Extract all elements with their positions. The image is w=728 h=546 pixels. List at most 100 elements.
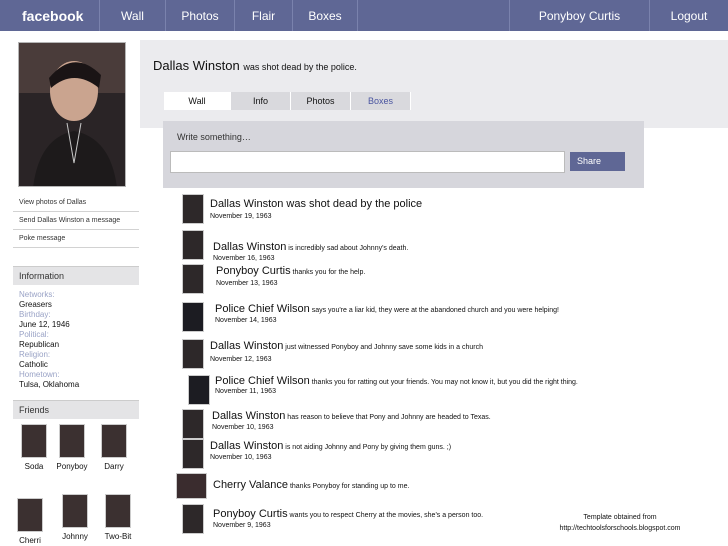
top-nav-bar: facebook Wall Photos Flair Boxes Ponyboy… [0,0,728,31]
post-message: has reason to believe that Pony and John… [285,414,491,421]
post-text: Dallas Winston has reason to believe tha… [212,410,491,422]
poster-avatar[interactable] [188,375,210,405]
poster-name[interactable]: Dallas Winston [213,241,286,253]
info-value-political: Republican [19,340,60,349]
friend-name: Cherri [19,536,41,545]
friend-photo [21,424,47,458]
post-date: November 13, 1963 [216,280,278,287]
poster-name[interactable]: Dallas Winston [212,410,285,422]
friend-johnny[interactable]: Johnny [55,494,95,541]
info-key-hometown: Hometown: [19,370,60,379]
profile-status-headline: Dallas Winston was shot dead by the poli… [153,58,357,73]
poster-name[interactable]: Cherry Valance [213,479,288,491]
poster-avatar[interactable] [182,230,204,260]
post-text: Dallas Winston is not aiding Johnny and … [210,440,451,452]
nav-flair[interactable]: Flair [235,0,293,31]
composer-input[interactable] [170,151,565,173]
post-message: thanks you for ratting out your friends.… [309,379,578,386]
post-date: November 16, 1963 [213,255,275,262]
friend-cherri[interactable]: Cherri [10,498,50,545]
friend-photo [17,498,43,532]
view-photos-link[interactable]: View photos of Dallas [13,194,139,212]
post-text: Dallas Winston just witnessed Ponyboy an… [210,340,483,352]
post-text: Cherry Valance thanks Ponyboy for standi… [213,479,409,491]
poster-name[interactable]: Dallas Winston [210,198,283,210]
send-message-link[interactable]: Send Dallas Winston a message [13,212,139,230]
tab-boxes[interactable]: Boxes [351,92,411,110]
info-key-birthday: Birthday: [19,310,51,319]
info-key-political: Political: [19,330,49,339]
friend-name: Darry [104,462,124,471]
tab-wall[interactable]: Wall [164,92,231,110]
profile-header-band [140,40,728,128]
post-text: Dallas Winston was shot dead by the poli… [210,198,422,210]
profile-photo-image [19,43,125,186]
composer-prompt: Write something… [177,132,251,142]
facebook-logo[interactable]: facebook [0,0,100,31]
friend-two-bit[interactable]: Two-Bit [98,494,138,541]
credit-line: Template obtained from [583,514,657,521]
post-message: thanks Ponyboy for standing up to me. [288,483,410,490]
poster-name[interactable]: Ponyboy Curtis [216,265,291,277]
share-button[interactable]: Share [570,152,625,171]
friend-name: Johnny [62,532,88,541]
post-text: Ponyboy Curtis wants you to respect Cher… [213,508,483,520]
poster-avatar[interactable] [182,504,204,534]
poke-link[interactable]: Poke message [13,230,139,248]
poster-avatar[interactable] [176,473,207,499]
poster-name[interactable]: Police Chief Wilson [215,303,310,315]
poster-avatar[interactable] [182,409,204,439]
nav-wall[interactable]: Wall [100,0,166,31]
poster-name[interactable]: Dallas Winston [210,440,283,452]
nav-boxes[interactable]: Boxes [293,0,358,31]
poster-name[interactable]: Ponyboy Curtis [213,508,288,520]
friend-name: Two-Bit [104,532,132,541]
poster-avatar[interactable] [182,339,204,369]
post-date: November 11, 1963 [215,388,276,395]
poster-avatar[interactable] [182,264,204,294]
post-text: Police Chief Wilson thanks you for ratti… [215,375,578,387]
profile-tabs: Wall Info Photos Boxes [164,92,411,110]
profile-name[interactable]: Dallas Winston [153,58,240,73]
poster-avatar[interactable] [182,439,204,469]
post-date: November 9, 1963 [213,522,271,529]
post-date: November 10, 1963 [210,454,272,461]
tab-info[interactable]: Info [231,92,291,110]
friend-darry[interactable]: Darry [94,424,134,471]
poster-avatar[interactable] [182,302,204,332]
friend-name: Ponyboy [56,462,88,471]
post-text: Police Chief Wilson says you're a liar k… [215,303,559,315]
friend-soda[interactable]: Soda [14,424,54,471]
info-value-hometown: Tulsa, Oklahoma [19,380,80,389]
poster-name[interactable]: Dallas Winston [210,340,283,352]
post-message: was shot dead by the police [283,198,423,210]
poster-name[interactable]: Police Chief Wilson [215,375,310,387]
poster-avatar[interactable] [182,194,204,224]
profile-action-links: View photos of Dallas Send Dallas Winsto… [13,194,139,248]
tab-photos[interactable]: Photos [291,92,351,110]
post-text: Dallas Winston is incredibly sad about J… [213,241,408,253]
information-panel: Networks: Greasers Birthday: June 12, 19… [19,290,139,390]
template-credit: Template obtained from http://techtoolsf… [540,512,700,534]
friend-photo [59,424,85,458]
nav-logout[interactable]: Logout [650,0,728,31]
profile-photo[interactable] [18,42,126,187]
nav-spacer [358,0,510,31]
info-value-religion: Catholic [19,360,48,369]
post-text: Ponyboy Curtis thanks you for the help. [216,265,365,277]
friend-photo [105,494,131,528]
friend-photo [101,424,127,458]
friend-name: Soda [24,462,44,471]
credit-url[interactable]: http://techtoolsforschools.blogspot.com [540,523,700,534]
post-date: November 19, 1963 [210,213,272,220]
info-key-religion: Religion: [19,350,51,359]
post-message: says you're a liar kid, they were at the… [309,307,559,314]
friend-ponyboy[interactable]: Ponyboy [52,424,92,471]
friend-photo [62,494,88,528]
post-message: is not aiding Johnny and Pony by giving … [283,444,452,451]
info-value-networks: Greasers [19,300,52,309]
post-date: November 12, 1963 [210,356,272,363]
nav-user-profile[interactable]: Ponyboy Curtis [510,0,650,31]
profile-status: was shot dead by the police. [243,62,357,72]
nav-photos[interactable]: Photos [166,0,235,31]
